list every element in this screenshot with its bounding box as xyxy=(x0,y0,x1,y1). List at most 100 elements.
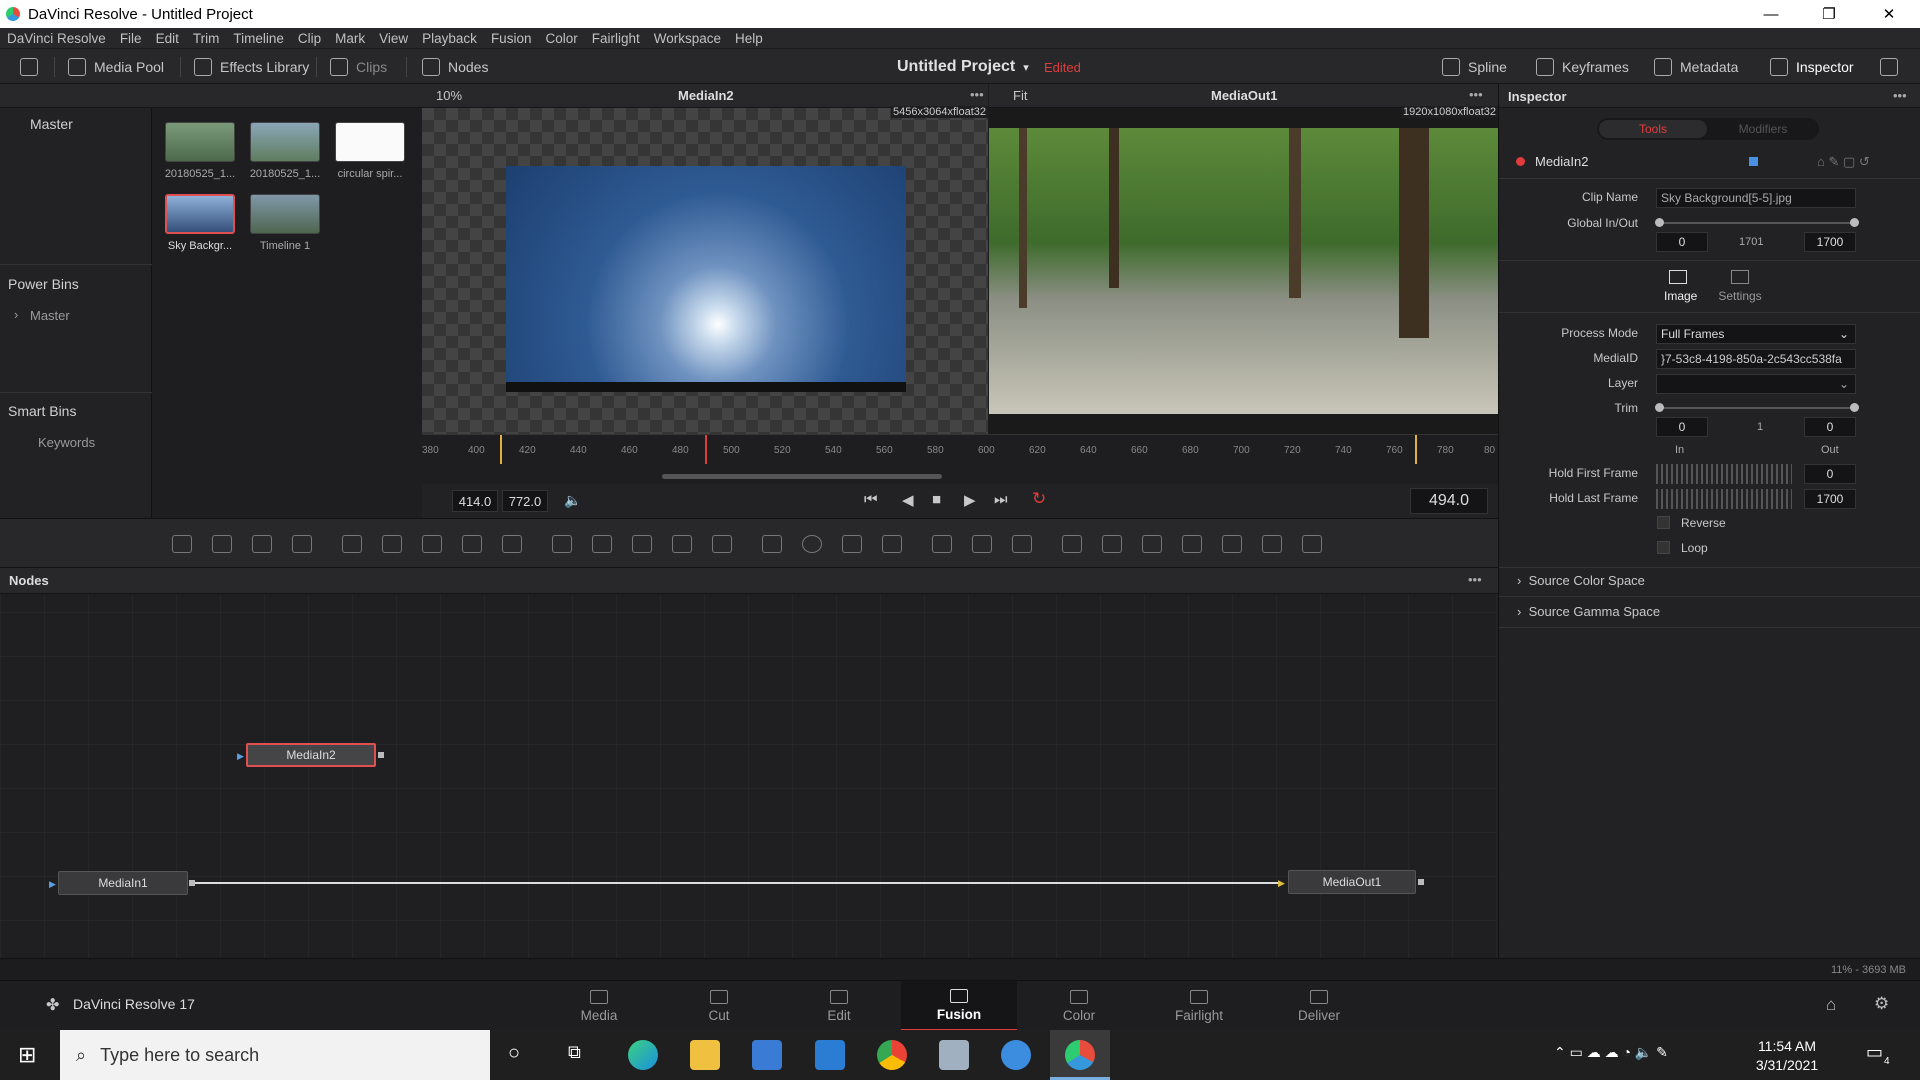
ellipse-mask-icon[interactable] xyxy=(802,535,822,553)
global-inout-slider[interactable] xyxy=(1655,218,1859,227)
inspector-node-tools-icon[interactable]: ⌂ ✎ ▢ ↺ xyxy=(1817,154,1870,170)
clip-thumb-selected[interactable] xyxy=(165,194,235,234)
paint-tool-icon[interactable] xyxy=(292,535,312,553)
nodes-button[interactable]: Nodes xyxy=(422,49,488,85)
menu-file[interactable]: File xyxy=(113,31,149,46)
effects-library-button[interactable]: Effects Library xyxy=(194,49,309,85)
particle-render-icon[interactable] xyxy=(972,535,992,553)
file-explorer-icon[interactable] xyxy=(690,1040,720,1070)
curves-tool-icon[interactable] xyxy=(382,535,402,553)
mediaid-field[interactable]: }7-53c8-4198-850a-2c543cc538fa xyxy=(1656,349,1856,369)
clips-button[interactable]: Clips xyxy=(330,49,387,85)
merge3d-tool-icon[interactable] xyxy=(1102,535,1122,553)
layer-select[interactable]: ⌄ xyxy=(1656,374,1856,394)
output-port[interactable] xyxy=(189,880,195,886)
resize-tool-icon[interactable] xyxy=(712,535,732,553)
current-frame-field[interactable]: 494.0 xyxy=(1410,488,1488,514)
metadata-button[interactable]: Metadata xyxy=(1654,49,1738,85)
hold-first-field[interactable]: 0 xyxy=(1804,464,1856,484)
timeline-scrollbar[interactable] xyxy=(662,474,942,479)
brightness-tool-icon[interactable] xyxy=(462,535,482,553)
page-fairlight[interactable]: Fairlight xyxy=(1141,981,1257,1031)
clock-date[interactable]: 3/31/2021 xyxy=(1752,1057,1822,1073)
output-port[interactable] xyxy=(1418,879,1424,885)
chrome-icon[interactable] xyxy=(877,1040,907,1070)
page-media[interactable]: Media xyxy=(541,981,657,1031)
light3d-tool-icon[interactable] xyxy=(1262,535,1282,553)
source-color-space-section[interactable]: › Source Color Space xyxy=(1517,573,1645,588)
time-ruler[interactable]: 380 400 420 440 460 480 500 520 540 560 … xyxy=(422,434,1498,465)
imageplane3d-icon[interactable] xyxy=(1222,535,1242,553)
menu-fusion[interactable]: Fusion xyxy=(484,31,539,46)
matte-tool-icon[interactable] xyxy=(632,535,652,553)
page-cut[interactable]: Cut xyxy=(661,981,777,1031)
node-editor[interactable]: Nodes ••• MediaIn2 ▶ MediaIn1 ▶ ▶ MediaO… xyxy=(0,568,1498,958)
render-end-field[interactable]: 772.0 xyxy=(502,490,548,512)
menu-playback[interactable]: Playback xyxy=(415,31,484,46)
global-out-field[interactable]: 1700 xyxy=(1804,232,1856,252)
stop-icon[interactable]: ■ xyxy=(932,491,941,508)
power-bin-master[interactable]: Master xyxy=(30,308,70,323)
in-marker[interactable] xyxy=(500,435,502,465)
text3d-tool-icon[interactable] xyxy=(1142,535,1162,553)
node-color-dot[interactable] xyxy=(1516,157,1525,166)
more-icon[interactable]: ••• xyxy=(1893,88,1907,103)
global-in-field[interactable]: 0 xyxy=(1656,232,1708,252)
color-curves-tool-icon[interactable] xyxy=(422,535,442,553)
playhead[interactable] xyxy=(705,435,707,465)
menu-trim[interactable]: Trim xyxy=(186,31,227,46)
tab-modifiers[interactable]: Modifiers xyxy=(1709,120,1817,138)
particle-merge-icon[interactable] xyxy=(1012,535,1032,553)
menu-mark[interactable]: Mark xyxy=(328,31,372,46)
rectangle-mask-icon[interactable] xyxy=(762,535,782,553)
hold-first-slider[interactable] xyxy=(1656,464,1792,484)
go-to-start-icon[interactable]: ⏮ xyxy=(864,491,878,508)
node-mediaout1[interactable]: MediaOut1 xyxy=(1288,870,1416,894)
menu-clip[interactable]: Clip xyxy=(291,31,328,46)
node-swatch-icon[interactable] xyxy=(1749,157,1758,166)
clip-name-field[interactable]: Sky Background[5-5].jpg xyxy=(1656,188,1856,208)
trim-out-field[interactable]: 0 xyxy=(1804,417,1856,437)
menu-fairlight[interactable]: Fairlight xyxy=(585,31,647,46)
maximize-button[interactable]: ❐ xyxy=(1800,0,1858,28)
nodes-more-icon[interactable]: ••• xyxy=(1468,572,1482,587)
close-button[interactable]: ✕ xyxy=(1860,0,1918,28)
polygon-mask-icon[interactable] xyxy=(842,535,862,553)
fit-selector[interactable]: Fit xyxy=(1013,88,1027,103)
clip-thumb[interactable] xyxy=(335,122,405,162)
process-mode-select[interactable]: Full Frames ⌄ xyxy=(1656,324,1856,344)
tab-tools[interactable]: Tools xyxy=(1599,120,1707,138)
more-icon[interactable]: ••• xyxy=(970,87,984,102)
chevron-right-icon[interactable]: › xyxy=(14,307,18,322)
menu-view[interactable]: View xyxy=(372,31,415,46)
reverse-checkbox[interactable] xyxy=(1657,516,1670,529)
source-gamma-space-section[interactable]: › Source Gamma Space xyxy=(1517,604,1660,619)
menu-color[interactable]: Color xyxy=(538,31,584,46)
left-viewer[interactable]: 5456x3064xfloat32 xyxy=(422,106,988,434)
right-viewer[interactable]: 1920x1080xfloat32 xyxy=(989,106,1498,434)
minimize-button[interactable]: — xyxy=(1742,0,1800,28)
volume-icon[interactable]: 🔈 xyxy=(564,492,581,509)
menu-davinci[interactable]: DaVinci Resolve xyxy=(0,31,113,46)
transform-tool-icon[interactable] xyxy=(672,535,692,553)
taskbar-search[interactable]: ⌕ Type here to search xyxy=(60,1030,490,1080)
gear-icon[interactable]: ⚙ xyxy=(1874,994,1889,1014)
emitter-tool-icon[interactable] xyxy=(932,535,952,553)
smart-bin-keywords[interactable]: Keywords xyxy=(38,435,95,450)
play-icon[interactable]: ▶ xyxy=(964,491,976,509)
menu-workspace[interactable]: Workspace xyxy=(647,31,728,46)
zoom-selector[interactable]: 10% xyxy=(436,88,462,103)
node-mediain2[interactable]: MediaIn2 xyxy=(246,743,376,767)
home-icon[interactable]: ⌂ xyxy=(1826,995,1836,1015)
project-title[interactable]: Untitled Project ▾ xyxy=(897,49,1029,85)
image-tool-icon[interactable] xyxy=(212,535,232,553)
notification-icon[interactable]: ▭ xyxy=(1866,1042,1883,1063)
clock-time[interactable]: 11:54 AM xyxy=(1752,1038,1822,1054)
node-mediain1[interactable]: MediaIn1 xyxy=(58,871,188,895)
channel-tool-icon[interactable] xyxy=(592,535,612,553)
loop-icon[interactable]: ↻ xyxy=(1032,489,1046,509)
blur-tool-icon[interactable] xyxy=(502,535,522,553)
merge-tool-icon[interactable] xyxy=(552,535,572,553)
cortana-icon[interactable]: ○ xyxy=(508,1042,520,1065)
output-port[interactable] xyxy=(378,752,384,758)
